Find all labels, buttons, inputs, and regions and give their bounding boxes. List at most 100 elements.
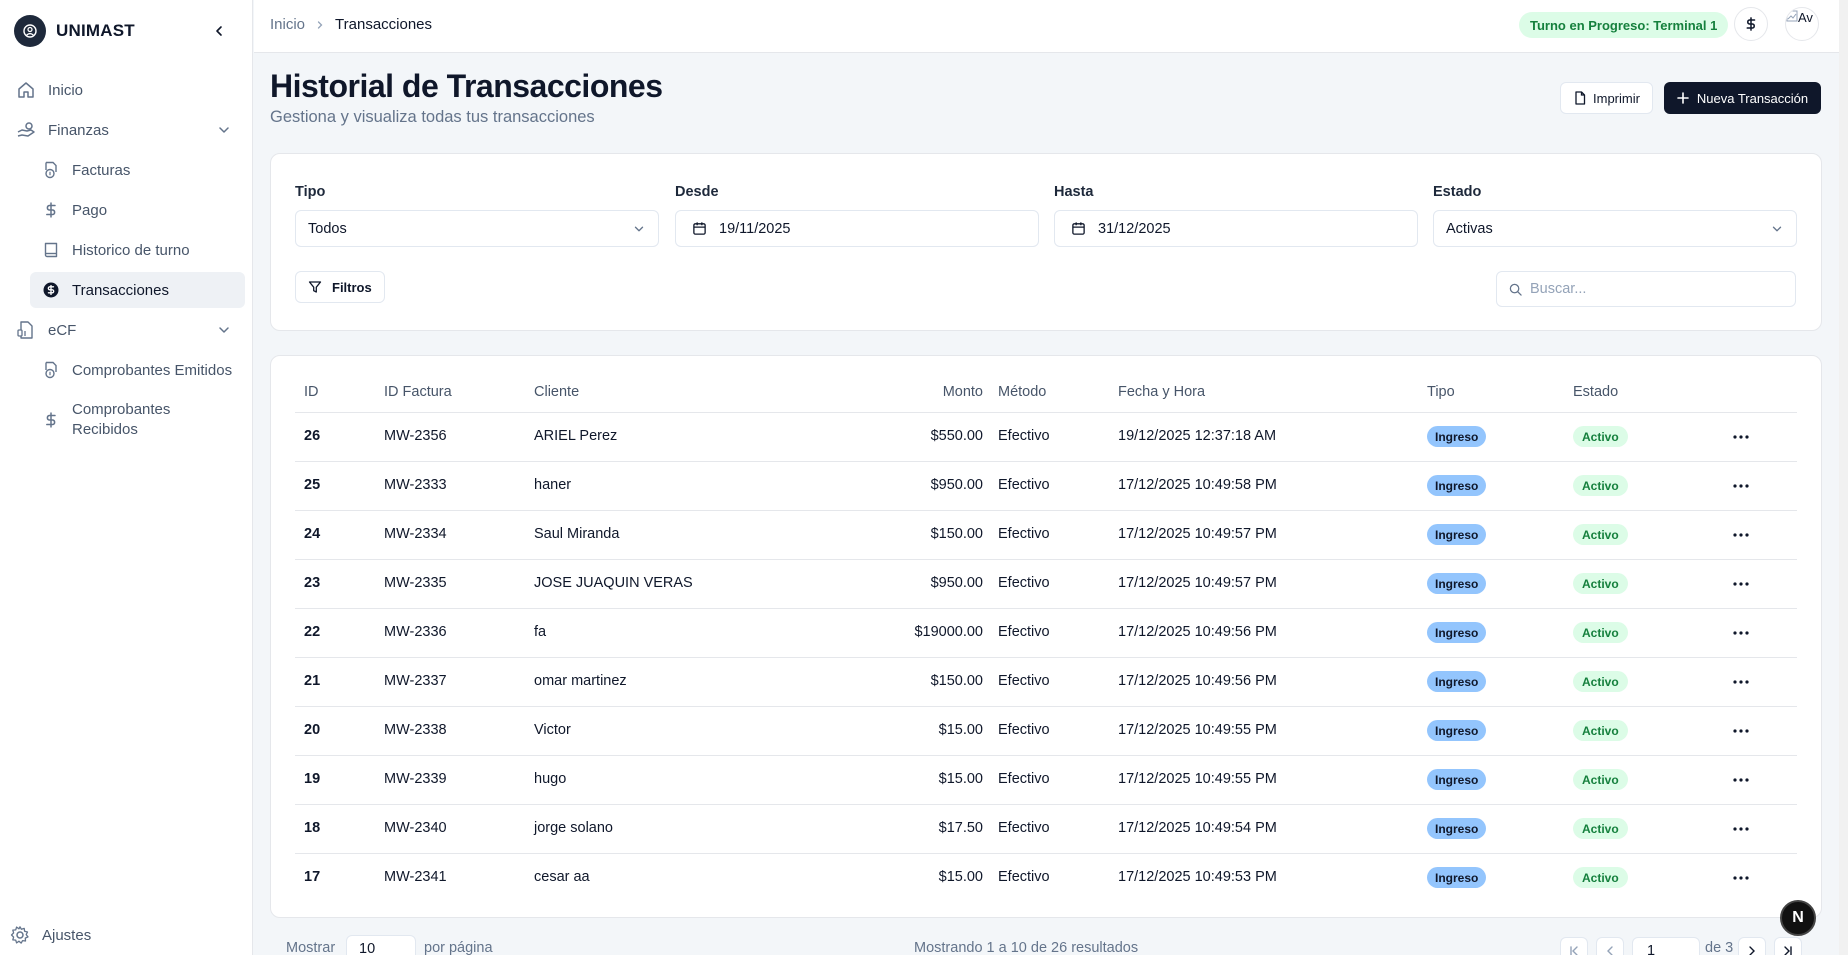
cell-method: Efectivo	[998, 526, 1050, 542]
print-button-label: Imprimir	[1593, 90, 1640, 106]
column-header-status[interactable]: Estado	[1573, 384, 1618, 400]
cell-client: omar martinez	[534, 673, 627, 689]
last-page-button[interactable]	[1774, 937, 1802, 955]
dollar-sign-icon	[46, 202, 56, 218]
column-header-method[interactable]: Método	[998, 384, 1046, 400]
filter-tipo-select[interactable]: Todos	[295, 210, 659, 247]
collapse-sidebar-button[interactable]	[208, 20, 230, 42]
table-row[interactable]: 22 MW-2336 fa $19000.00 Efectivo 17/12/2025 1…	[295, 609, 1797, 658]
cell-invoice: MW-2356	[384, 428, 447, 444]
cell-invoice: MW-2337	[384, 673, 447, 689]
sidebar-item-comprobantes-emitidos[interactable]: Comprobantes Emitidos	[30, 352, 245, 388]
chevron-down-icon[interactable]	[216, 322, 232, 338]
sidebar-item-pago[interactable]: Pago	[30, 192, 245, 228]
hand-coins-icon	[17, 122, 35, 137]
row-actions-button[interactable]	[1729, 672, 1753, 692]
first-page-button[interactable]	[1560, 937, 1588, 955]
brand[interactable]: UNIMAST	[14, 15, 135, 47]
cell-method: Efectivo	[998, 673, 1050, 689]
sidebar-item-label: Finanzas	[48, 121, 109, 139]
breadcrumb-home-link[interactable]: Inicio	[270, 16, 305, 33]
sidebar-item-comprobantes-recibidos[interactable]: Comprobantes Recibidos	[30, 398, 245, 442]
cell-datetime: 17/12/2025 10:49:54 PM	[1118, 820, 1277, 836]
column-header-invoice[interactable]: ID Factura	[384, 384, 452, 400]
avatar[interactable]: Av	[1785, 7, 1819, 41]
page-scrollbar[interactable]	[1839, 0, 1848, 955]
row-actions-button[interactable]	[1729, 623, 1753, 643]
sidebar-item-facturas[interactable]: Facturas	[30, 152, 245, 188]
cell-amount: $15.00	[938, 869, 983, 885]
more-horizontal-icon	[1733, 631, 1749, 635]
filter-estado-label: Estado	[1433, 184, 1482, 200]
transactions-table: ID ID Factura Cliente Monto Método Fecha…	[270, 355, 1822, 918]
type-badge: Ingreso	[1427, 426, 1487, 447]
status-badge: Activo	[1573, 573, 1628, 594]
search-field[interactable]	[1496, 271, 1796, 307]
filter-desde-value: 19/11/2025	[719, 220, 791, 237]
sidebar-item-ecf[interactable]: eCF	[16, 312, 76, 348]
cell-id: 24	[304, 526, 321, 542]
calendar-icon	[693, 222, 706, 235]
table-row[interactable]: 18 MW-2340 jorge solano $17.50 Efectivo 17/12…	[295, 805, 1797, 854]
status-badge: Activo	[1573, 524, 1628, 545]
row-actions-button[interactable]	[1729, 476, 1753, 496]
cell-method: Efectivo	[998, 477, 1050, 493]
cell-amount: $19000.00	[914, 624, 983, 640]
more-horizontal-icon	[1733, 484, 1749, 488]
table-row[interactable]: 21 MW-2337 omar martinez $150.00 Efectivo 17/…	[295, 658, 1797, 707]
page-size-select[interactable]: 10	[346, 935, 416, 955]
row-actions-button[interactable]	[1729, 721, 1753, 741]
table-row[interactable]: 17 MW-2341 cesar aa $15.00 Efectivo 17/12/202…	[295, 854, 1797, 903]
search-input[interactable]	[1530, 281, 1780, 297]
table-row[interactable]: 25 MW-2333 haner $950.00 Efectivo 17/12/2025 …	[295, 462, 1797, 511]
table-row[interactable]: 24 MW-2334 Saul Miranda $150.00 Efectivo 17/1…	[295, 511, 1797, 560]
type-badge: Ingreso	[1427, 573, 1487, 594]
filter-estado-select[interactable]: Activas	[1433, 210, 1797, 247]
row-actions-button[interactable]	[1729, 574, 1753, 594]
sidebar-item-transacciones[interactable]: Transacciones	[30, 272, 245, 308]
print-button[interactable]: Imprimir	[1560, 82, 1653, 114]
row-actions-button[interactable]	[1729, 819, 1753, 839]
more-horizontal-icon	[1733, 582, 1749, 586]
chevron-down-icon[interactable]	[216, 122, 232, 138]
table-row[interactable]: 23 MW-2335 JOSE JUAQUIN VERAS $950.00 Efecti…	[295, 560, 1797, 609]
filter-tipo-value: Todos	[308, 220, 347, 237]
cell-amount: $550.00	[930, 428, 983, 444]
brand-name: UNIMAST	[56, 21, 135, 40]
column-header-amount[interactable]: Monto	[871, 384, 983, 400]
row-actions-button[interactable]	[1729, 427, 1753, 447]
column-header-client[interactable]: Cliente	[534, 384, 579, 400]
column-header-datetime[interactable]: Fecha y Hora	[1118, 384, 1205, 400]
table-row[interactable]: 26 MW-2356 ARIEL Perez $550.00 Efectivo 19/12…	[295, 413, 1797, 462]
sidebar-item-ajustes[interactable]: Ajustes	[10, 925, 91, 945]
table-row[interactable]: 20 MW-2338 Victor $15.00 Efectivo 17/12/2025 …	[295, 707, 1797, 756]
sidebar-item-label: Transacciones	[72, 281, 169, 299]
filters-button[interactable]: Filtros	[295, 271, 385, 303]
breadcrumb: Inicio Transacciones	[270, 16, 432, 33]
sidebar-item-finanzas[interactable]: Finanzas	[16, 112, 109, 148]
cell-amount: $15.00	[938, 771, 983, 787]
cell-id: 17	[304, 869, 321, 885]
cell-datetime: 17/12/2025 10:49:57 PM	[1118, 575, 1277, 591]
row-actions-button[interactable]	[1729, 868, 1753, 888]
previous-page-button[interactable]	[1596, 937, 1624, 955]
floating-assistant-button[interactable]: N	[1780, 900, 1816, 936]
filter-desde-date[interactable]: 19/11/2025	[675, 210, 1039, 247]
cell-invoice: MW-2341	[384, 869, 447, 885]
row-actions-button[interactable]	[1729, 770, 1753, 790]
cell-invoice: MW-2340	[384, 820, 447, 836]
current-page-select[interactable]: 1	[1632, 937, 1700, 955]
next-page-button[interactable]	[1738, 937, 1766, 955]
more-horizontal-icon	[1733, 533, 1749, 537]
filter-hasta-date[interactable]: 31/12/2025	[1054, 210, 1418, 247]
new-transaction-button[interactable]: Nueva Transacción	[1664, 82, 1821, 114]
sidebar-item-inicio[interactable]: Inicio	[16, 72, 83, 108]
column-header-type[interactable]: Tipo	[1427, 384, 1455, 400]
cash-button[interactable]	[1734, 7, 1768, 41]
sidebar-item-historico-de-turno[interactable]: Historico de turno	[30, 232, 245, 268]
row-actions-button[interactable]	[1729, 525, 1753, 545]
status-badge: Activo	[1573, 818, 1628, 839]
table-row[interactable]: 19 MW-2339 hugo $15.00 Efectivo 17/12/2025 10…	[295, 756, 1797, 805]
cell-method: Efectivo	[998, 820, 1050, 836]
column-header-id[interactable]: ID	[304, 384, 319, 400]
